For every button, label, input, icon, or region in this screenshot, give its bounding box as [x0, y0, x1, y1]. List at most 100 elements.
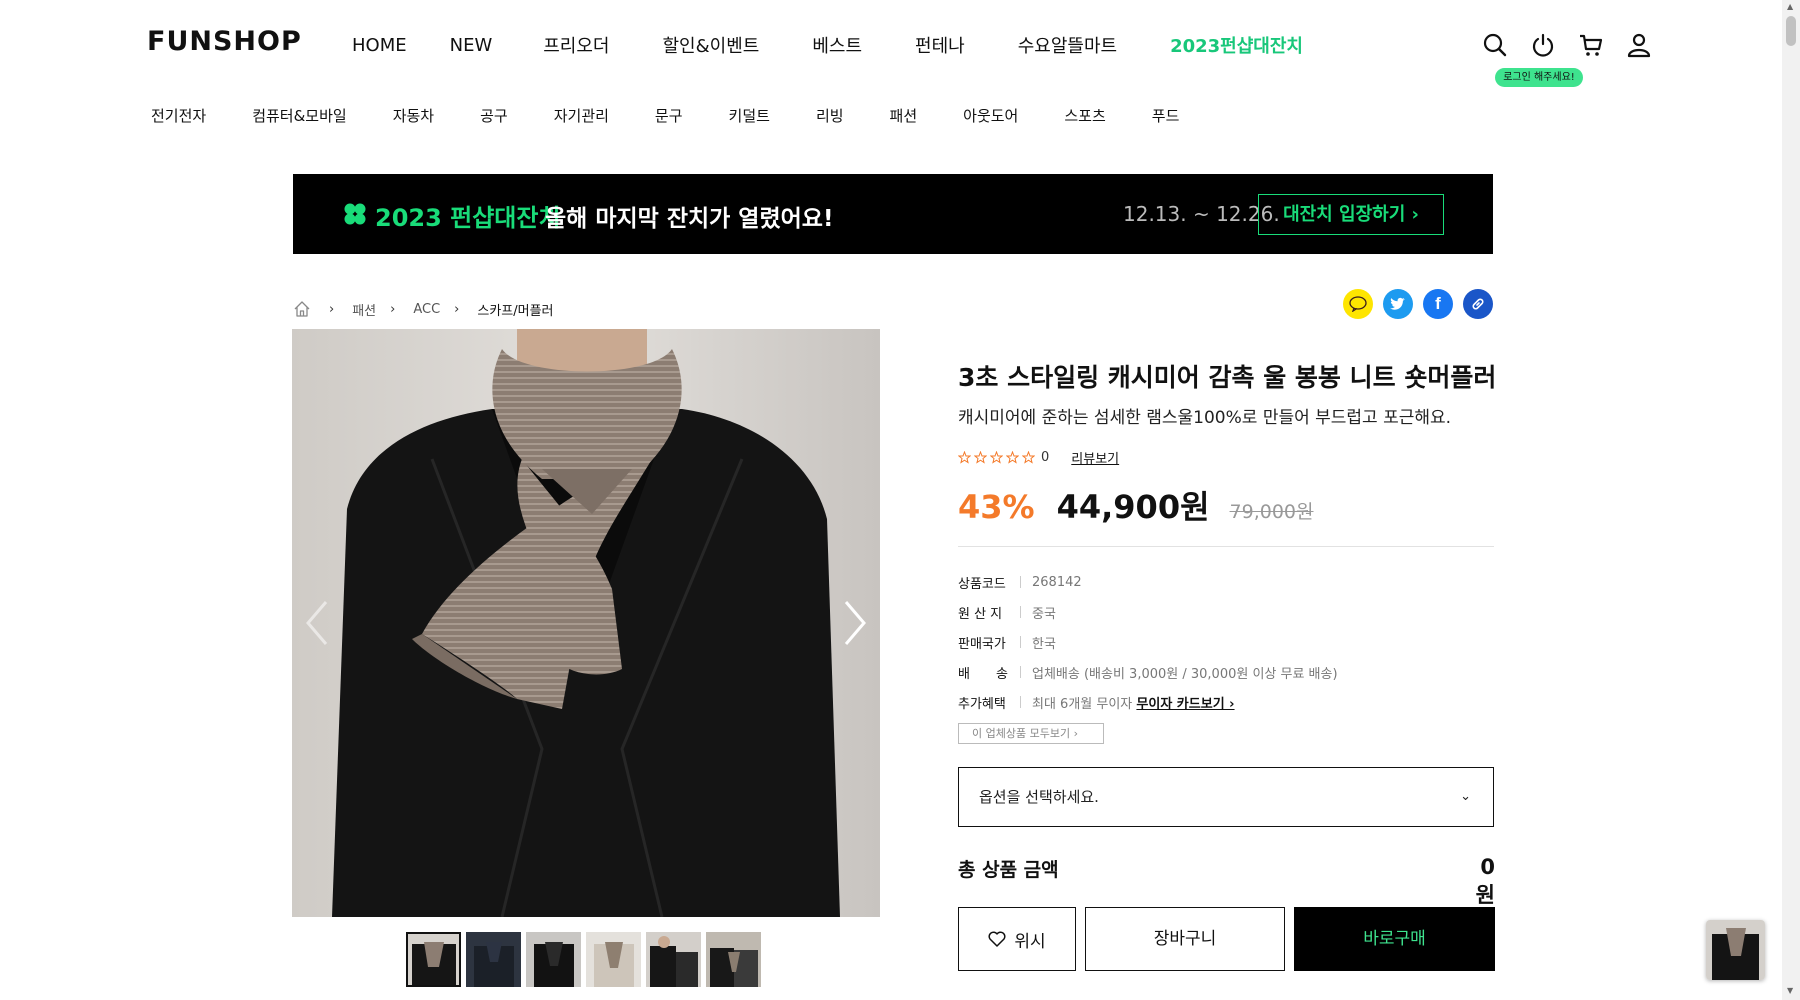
nav-new[interactable]: NEW — [450, 35, 493, 56]
site-logo[interactable]: FUNSHOP — [147, 26, 302, 57]
nav-home[interactable]: HOME — [352, 35, 407, 56]
product-thumbnail[interactable] — [466, 932, 521, 987]
spec-row: 판매국가 한국 — [958, 627, 1338, 657]
festival-banner[interactable]: 2023 펀샵대잔치 올해 마지막 잔치가 열렸어요! 12.13. ~ 12.… — [293, 174, 1493, 254]
wish-label: 위시 — [1014, 931, 1046, 952]
buy-now-button[interactable]: 바로구매 — [1294, 907, 1495, 971]
review-link[interactable]: 리뷰보기 — [1071, 448, 1119, 467]
product-thumbnail[interactable] — [646, 932, 701, 987]
spec-value-text: 최대 6개월 무이자 — [1032, 696, 1133, 712]
chevron-left-icon[interactable] — [302, 598, 332, 648]
divider — [1020, 606, 1021, 618]
star-icon — [974, 451, 987, 464]
seller-all-products-button[interactable]: 이 업체상품 모두보기 › — [958, 723, 1104, 744]
divider — [1020, 576, 1021, 588]
sale-price: 44,900원 — [1056, 488, 1210, 526]
cat-outdoor[interactable]: 아웃도어 — [963, 105, 1018, 126]
spec-row: 원 산 지 중국 — [958, 597, 1338, 627]
total-label: 총 상품 금액 — [958, 859, 1059, 881]
star-icon — [958, 451, 971, 464]
cat-electronics[interactable]: 전기전자 — [151, 105, 206, 126]
cart-icon[interactable] — [1578, 32, 1604, 58]
category-nav: 전기전자 컴퓨터&모바일 자동차 공구 자기관리 문구 키덜트 리빙 패션 아웃… — [151, 104, 1179, 126]
product-title: 3초 스타일링 캐시미어 감촉 울 봉봉 니트 숏머플러 — [958, 363, 1497, 392]
chevron-right-icon[interactable] — [840, 598, 870, 648]
spec-value: 업체배송 (배송비 3,000원 / 30,000원 이상 무료 배송) — [1032, 666, 1338, 682]
product-specs: 상품코드 268142 원 산 지 중국 판매국가 한국 배 송 업체배송 (배송비 3… — [958, 567, 1338, 717]
breadcrumb-item[interactable]: ACC — [413, 302, 440, 317]
chevron-right-icon: › — [329, 301, 335, 317]
wish-button[interactable]: 위시 — [958, 907, 1076, 971]
header-icons — [1482, 32, 1652, 58]
card-installment-link[interactable]: 무이자 카드보기 › — [1136, 697, 1234, 712]
recent-product-thumbnail[interactable] — [1706, 920, 1765, 980]
cat-living[interactable]: 리빙 — [816, 105, 844, 126]
divider — [1020, 666, 1021, 678]
spec-value: 중국 — [1032, 606, 1056, 622]
nav-wednesday-mart[interactable]: 수요알뜰마트 — [1018, 32, 1117, 58]
product-thumbnail[interactable] — [406, 932, 461, 987]
divider — [1020, 696, 1021, 708]
product-thumbnail[interactable] — [706, 932, 761, 987]
nav-preorder[interactable]: 프리오더 — [543, 32, 609, 58]
thumbnail-strip — [406, 932, 761, 987]
power-icon[interactable] — [1530, 32, 1556, 58]
cat-stationery[interactable]: 문구 — [655, 105, 683, 126]
cat-tools[interactable]: 공구 — [480, 105, 508, 126]
search-icon[interactable] — [1482, 32, 1508, 58]
divider — [1020, 636, 1021, 648]
rating-stars — [958, 451, 1035, 464]
chevron-right-icon: › — [390, 301, 396, 317]
kakao-icon[interactable] — [1343, 289, 1373, 319]
login-tooltip[interactable]: 로그인 해주세요! — [1495, 68, 1583, 87]
star-icon — [1006, 451, 1019, 464]
link-icon[interactable] — [1463, 289, 1493, 319]
cat-kidult[interactable]: 키덜트 — [729, 105, 770, 126]
nav-funtenna[interactable]: 펀테나 — [915, 32, 965, 58]
product-thumbnail[interactable] — [586, 932, 641, 987]
breadcrumb-current[interactable]: 스카프/머플러 — [477, 300, 553, 319]
banner-enter-button[interactable]: 대잔치 입장하기 › — [1258, 194, 1444, 235]
scroll-down-icon[interactable]: ▼ — [1787, 986, 1793, 995]
heart-icon — [988, 931, 1006, 947]
spec-value: 최대 6개월 무이자 무이자 카드보기 › — [1032, 693, 1235, 712]
chevron-down-icon: ⌄ — [1460, 789, 1471, 804]
scrollbar-thumb[interactable] — [1786, 16, 1796, 46]
original-price: 79,000원 — [1229, 501, 1314, 523]
nav-best[interactable]: 베스트 — [812, 32, 862, 58]
main-nav: HOME NEW 프리오더 할인&이벤트 베스트 펀테나 수요알뜰마트 2023… — [352, 32, 1303, 58]
chevron-right-icon: › — [454, 301, 460, 317]
nav-festival[interactable]: 2023펀샵대잔치 — [1170, 32, 1303, 58]
option-select[interactable]: 옵션을 선택하세요. ⌄ — [958, 767, 1494, 827]
spec-label: 상품코드 — [958, 576, 1006, 592]
cat-sports[interactable]: 스포츠 — [1064, 105, 1105, 126]
cat-selfcare[interactable]: 자기관리 — [554, 105, 609, 126]
rating-count: 0 — [1041, 450, 1050, 465]
cat-fashion[interactable]: 패션 — [890, 105, 918, 126]
scroll-up-icon[interactable]: ▲ — [1787, 2, 1793, 11]
add-to-cart-button[interactable]: 장바구니 — [1085, 907, 1285, 971]
product-thumbnail[interactable] — [526, 932, 581, 987]
spec-value: 한국 — [1032, 636, 1056, 652]
banner-title: 2023 펀샵대잔치 — [375, 204, 561, 232]
product-description: 캐시미어에 준하는 섬세한 램스울100%로 만들어 부드럽고 포근해요. — [958, 408, 1452, 428]
spec-label: 판매국가 — [958, 636, 1006, 652]
user-icon[interactable] — [1626, 32, 1652, 58]
spec-label: 배 송 — [958, 666, 1008, 682]
star-icon — [1022, 451, 1035, 464]
breadcrumb-item[interactable]: 패션 — [352, 300, 376, 319]
clover-icon — [344, 203, 366, 225]
page-scrollbar[interactable]: ▲ ▼ — [1782, 0, 1800, 1000]
price-row: 43% 44,900원 79,000원 — [958, 482, 1314, 528]
facebook-icon[interactable]: f — [1423, 289, 1453, 319]
cat-car[interactable]: 자동차 — [393, 105, 434, 126]
cat-computer-mobile[interactable]: 컴퓨터&모바일 — [252, 105, 347, 126]
twitter-icon[interactable] — [1383, 289, 1413, 319]
spec-row: 추가혜택 최대 6개월 무이자 무이자 카드보기 › — [958, 687, 1338, 717]
home-icon[interactable] — [293, 300, 311, 318]
spec-row: 배 송 업체배송 (배송비 3,000원 / 30,000원 이상 무료 배송) — [958, 657, 1338, 687]
product-main-image[interactable] — [292, 329, 880, 917]
nav-sale-event[interactable]: 할인&이벤트 — [663, 32, 760, 58]
total-value: 0 원 — [1475, 855, 1495, 907]
cat-food[interactable]: 푸드 — [1152, 105, 1180, 126]
